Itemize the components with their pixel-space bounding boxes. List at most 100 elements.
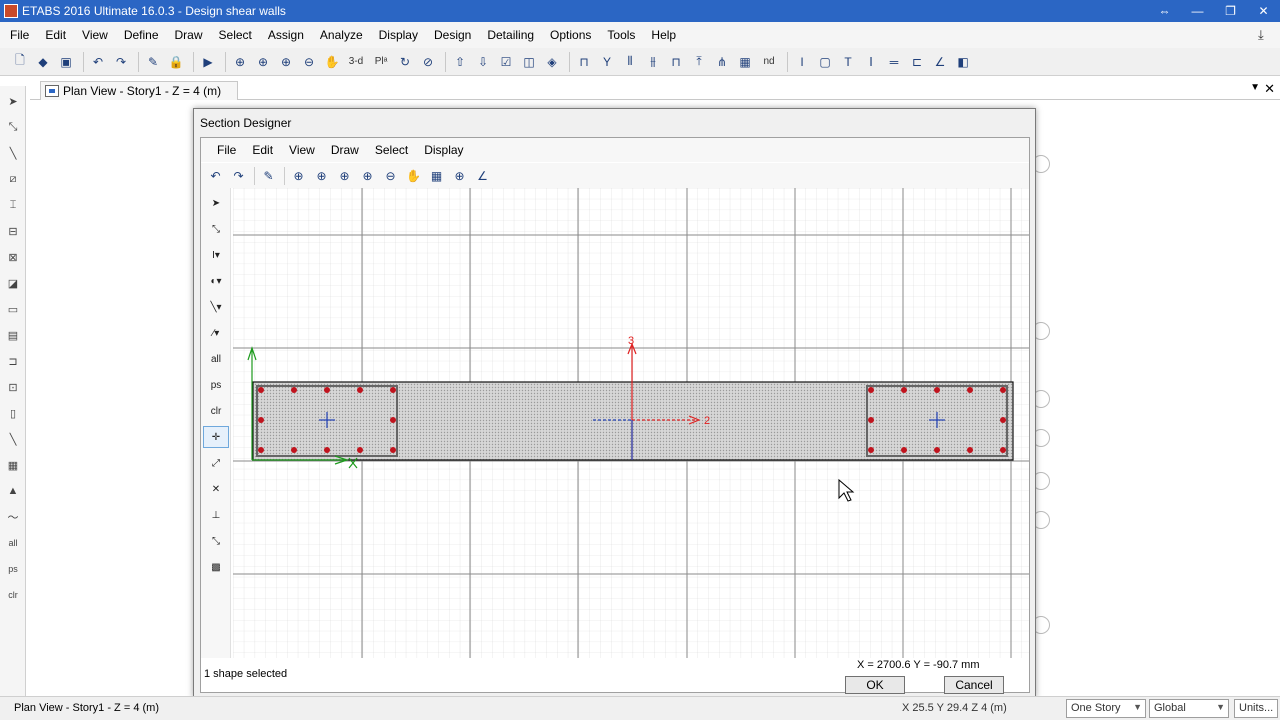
dialog-menu-draw[interactable]: Draw	[323, 143, 367, 157]
dialog-menu-view[interactable]: View	[281, 143, 323, 157]
dash-icon[interactable]: ═	[884, 52, 904, 72]
previous-selection-button[interactable]: ps	[203, 374, 229, 396]
zoom-restore-icon[interactable]: ⊕	[311, 166, 332, 186]
draw-solid-icon[interactable]: ◐▾	[203, 270, 229, 292]
dialog-menu-select[interactable]: Select	[367, 143, 416, 157]
pan-icon[interactable]: ✋	[403, 166, 424, 186]
link-icon[interactable]: Y	[597, 52, 617, 72]
rotate-icon[interactable]: ↻	[395, 52, 415, 72]
undo-icon[interactable]: ↶	[205, 166, 226, 186]
dialog-menu-edit[interactable]: Edit	[244, 143, 281, 157]
restore-icon[interactable]: ⇔	[1148, 0, 1181, 22]
view-3d-button[interactable]: 3-d	[345, 52, 367, 72]
reshape-icon[interactable]: ⤡	[2, 116, 24, 138]
new-model-icon[interactable]: 🗋	[10, 52, 30, 72]
panel-icon[interactable]: ◧	[953, 52, 973, 72]
zoom-window-icon[interactable]: ⊕	[230, 52, 250, 72]
pencil-icon[interactable]: ✎	[258, 166, 279, 186]
lock-icon[interactable]: 🔒	[166, 52, 186, 72]
menu-draw[interactable]: Draw	[169, 28, 209, 42]
snap-perpendicular-icon[interactable]: ⊥	[203, 504, 229, 526]
object-shrink-icon[interactable]: ◈	[542, 52, 562, 72]
draw-wall-icon[interactable]: ⊐	[2, 350, 24, 372]
menu-select[interactable]: Select	[213, 28, 258, 42]
snap-line-icon[interactable]: ⤢	[203, 452, 229, 474]
section-icon[interactable]: Ⅰ	[861, 52, 881, 72]
move-up-icon[interactable]: ⇧	[450, 52, 470, 72]
menu-analyze[interactable]: Analyze	[314, 28, 369, 42]
clear-selection-button[interactable]: clr	[2, 584, 24, 606]
check-icon[interactable]: ☑	[496, 52, 516, 72]
redo-icon[interactable]: ↷	[228, 166, 249, 186]
story-select[interactable]: One Story ▼	[1066, 699, 1146, 718]
pointer-icon[interactable]: ➤	[203, 192, 229, 214]
tab-plan-view[interactable]: Plan View - Story1 - Z = 4 (m)	[40, 81, 238, 100]
zoom-out-icon[interactable]: ⊖	[299, 52, 319, 72]
ok-button[interactable]: OK	[845, 676, 905, 694]
snap-point-icon[interactable]: ✛	[203, 426, 229, 448]
draw-spring-icon[interactable]: 〜	[2, 506, 24, 528]
snap-nearest-icon[interactable]: ⤡	[203, 530, 229, 552]
move-down-icon[interactable]: ⇩	[473, 52, 493, 72]
bracket-icon[interactable]: ⊏	[907, 52, 927, 72]
menu-assign[interactable]: Assign	[262, 28, 310, 42]
draw-shape-icon[interactable]: I▾	[203, 244, 229, 266]
draw-rebar-icon[interactable]: ∕▾	[203, 322, 229, 344]
draw-area-icon[interactable]: ▭	[2, 298, 24, 320]
curve-icon[interactable]: ∠	[472, 166, 493, 186]
draw-line-icon[interactable]: ╲▾	[203, 296, 229, 318]
draw-floor-icon[interactable]: ◪	[2, 272, 24, 294]
close-icon[interactable]: ✕	[1264, 81, 1275, 97]
display-options-icon[interactable]: ◫	[519, 52, 539, 72]
crosshair-icon[interactable]: ⊕	[449, 166, 470, 186]
coordinate-system-select[interactable]: Global ▼	[1149, 699, 1229, 718]
dialog-menu-display[interactable]: Display	[416, 143, 471, 157]
menu-file[interactable]: File	[4, 28, 35, 42]
zoom-fit-icon[interactable]: ⊕	[334, 166, 355, 186]
clear-selection-button[interactable]: clr	[203, 400, 229, 422]
pencil-icon[interactable]: ✎	[143, 52, 163, 72]
draw-line-icon[interactable]: ╲	[2, 142, 24, 164]
redo-icon[interactable]: ↷	[111, 52, 131, 72]
chevron-down-icon[interactable]: ▼	[1250, 82, 1260, 93]
zoom-window-icon[interactable]: ⊕	[288, 166, 309, 186]
maximize-icon[interactable]: ❐	[1214, 0, 1247, 22]
snap-intersection-icon[interactable]: ✕	[203, 478, 229, 500]
draw-line-icon[interactable]: ∠	[930, 52, 950, 72]
section-drawing[interactable]: 32	[233, 188, 1029, 658]
perspective-icon[interactable]: ⊘	[418, 52, 438, 72]
draw-link-icon[interactable]: ▯	[2, 402, 24, 424]
draw-beam-icon[interactable]: ⌶	[2, 194, 24, 216]
draw-tendon-icon[interactable]: ▲	[2, 480, 24, 502]
text-icon[interactable]: I	[792, 52, 812, 72]
zoom-restore-icon[interactable]: ⊕	[253, 52, 273, 72]
menu-detailing[interactable]: Detailing	[481, 28, 540, 42]
frame-icon[interactable]: ⊓	[574, 52, 594, 72]
plan-view-button[interactable]: Plᵃ	[370, 52, 392, 72]
snap-grid-icon[interactable]: ▩	[203, 556, 229, 578]
draw-opening-icon[interactable]: ▤	[2, 324, 24, 346]
draw-pier-icon[interactable]: ⊡	[2, 376, 24, 398]
menu-options[interactable]: Options	[544, 28, 597, 42]
zoom-in-icon[interactable]: ⊕	[276, 52, 296, 72]
menu-design[interactable]: Design	[428, 28, 477, 42]
shear-wall-section[interactable]	[252, 381, 1014, 461]
ramp-icon[interactable]: ⫵	[643, 52, 663, 72]
minimize-icon[interactable]: —	[1181, 0, 1214, 22]
area-icon[interactable]: ▢	[815, 52, 835, 72]
dialog-menu-file[interactable]: File	[209, 143, 244, 157]
beam-icon[interactable]: ⋔	[712, 52, 732, 72]
menu-edit[interactable]: Edit	[39, 28, 72, 42]
zoom-out-icon[interactable]: ⊖	[380, 166, 401, 186]
download-icon[interactable]: ⤓	[1258, 27, 1274, 43]
section-canvas[interactable]: 32	[233, 188, 1029, 658]
grid-icon[interactable]: ▦	[735, 52, 755, 72]
draw-frame-icon[interactable]: ⧄	[2, 168, 24, 190]
pan-icon[interactable]: ✋	[322, 52, 342, 72]
select-all-button[interactable]: all	[2, 532, 24, 554]
draw-grid-icon[interactable]: ▦	[2, 454, 24, 476]
draw-dimension-icon[interactable]: ╲	[2, 428, 24, 450]
menu-display[interactable]: Display	[373, 28, 424, 42]
wall-icon[interactable]: ⫴	[620, 52, 640, 72]
menu-view[interactable]: View	[76, 28, 114, 42]
